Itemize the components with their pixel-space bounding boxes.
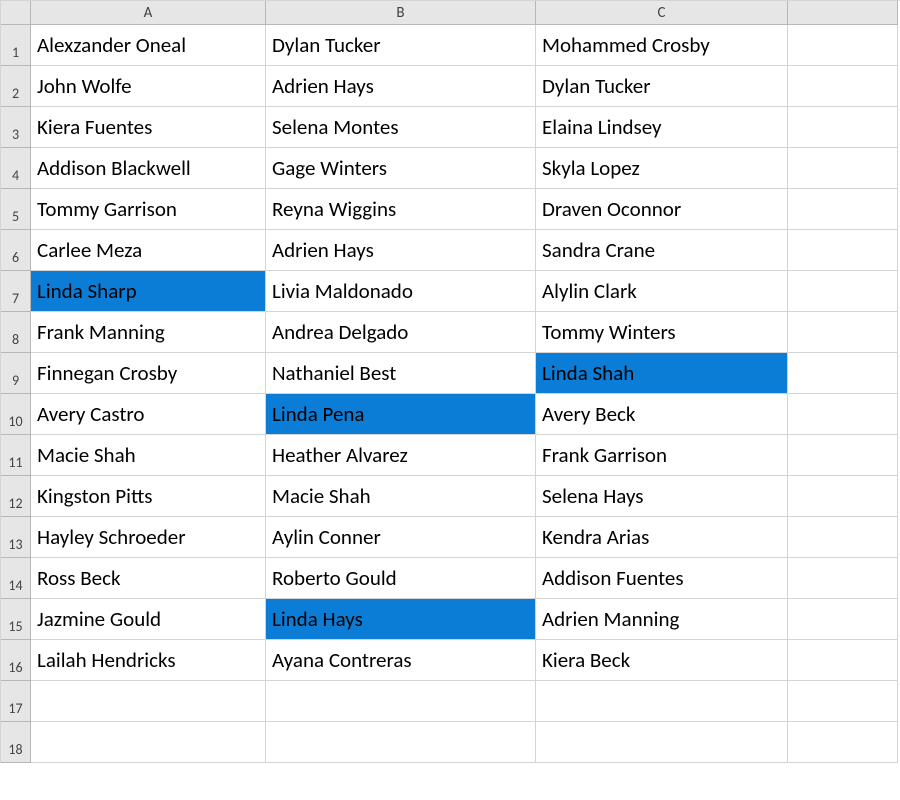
cell-b16[interactable]: Ayana Contreras <box>266 640 536 681</box>
column-header-b[interactable]: B <box>266 1 536 25</box>
cell-c6[interactable]: Sandra Crane <box>536 230 788 271</box>
cell-b2[interactable]: Adrien Hays <box>266 66 536 107</box>
cell-b7[interactable]: Livia Maldonado <box>266 271 536 312</box>
cell-blank-15[interactable] <box>788 599 898 640</box>
select-all-corner[interactable] <box>1 1 31 25</box>
cell-a15[interactable]: Jazmine Gould <box>31 599 266 640</box>
cell-blank-17[interactable] <box>788 681 898 722</box>
cell-c14[interactable]: Addison Fuentes <box>536 558 788 599</box>
cell-blank-16[interactable] <box>788 640 898 681</box>
cell-blank-18[interactable] <box>788 722 898 763</box>
cell-c5[interactable]: Draven Oconnor <box>536 189 788 230</box>
cell-blank-12[interactable] <box>788 476 898 517</box>
cell-a9[interactable]: Finnegan Crosby <box>31 353 266 394</box>
cell-c10[interactable]: Avery Beck <box>536 394 788 435</box>
row-header-8[interactable]: 8 <box>1 312 31 353</box>
cell-a10[interactable]: Avery Castro <box>31 394 266 435</box>
row-header-3[interactable]: 3 <box>1 107 31 148</box>
cell-blank-5[interactable] <box>788 189 898 230</box>
cell-c1[interactable]: Mohammed Crosby <box>536 25 788 66</box>
cell-blank-9[interactable] <box>788 353 898 394</box>
cell-c17[interactable] <box>536 681 788 722</box>
cell-b14[interactable]: Roberto Gould <box>266 558 536 599</box>
cell-b4[interactable]: Gage Winters <box>266 148 536 189</box>
cell-blank-8[interactable] <box>788 312 898 353</box>
cell-c12[interactable]: Selena Hays <box>536 476 788 517</box>
cell-a16[interactable]: Lailah Hendricks <box>31 640 266 681</box>
cell-a7[interactable]: Linda Sharp <box>31 271 266 312</box>
cell-blank-7[interactable] <box>788 271 898 312</box>
cell-c7[interactable]: Alylin Clark <box>536 271 788 312</box>
row-header-1[interactable]: 1 <box>1 25 31 66</box>
cell-blank-4[interactable] <box>788 148 898 189</box>
cell-blank-6[interactable] <box>788 230 898 271</box>
column-header-blank[interactable] <box>788 1 898 25</box>
cell-b1[interactable]: Dylan Tucker <box>266 25 536 66</box>
cell-blank-14[interactable] <box>788 558 898 599</box>
cell-c9[interactable]: Linda Shah <box>536 353 788 394</box>
cell-a14[interactable]: Ross Beck <box>31 558 266 599</box>
cell-a6[interactable]: Carlee Meza <box>31 230 266 271</box>
cell-b3[interactable]: Selena Montes <box>266 107 536 148</box>
cell-a18[interactable] <box>31 722 266 763</box>
row-header-12[interactable]: 12 <box>1 476 31 517</box>
spreadsheet-grid[interactable]: ABC1Alexzander OnealDylan TuckerMohammed… <box>0 0 900 763</box>
cell-c11[interactable]: Frank Garrison <box>536 435 788 476</box>
cell-c13[interactable]: Kendra Arias <box>536 517 788 558</box>
cell-c15[interactable]: Adrien Manning <box>536 599 788 640</box>
cell-blank-11[interactable] <box>788 435 898 476</box>
cell-c16[interactable]: Kiera Beck <box>536 640 788 681</box>
cell-a17[interactable] <box>31 681 266 722</box>
cell-b9[interactable]: Nathaniel Best <box>266 353 536 394</box>
row-header-5[interactable]: 5 <box>1 189 31 230</box>
row-header-2[interactable]: 2 <box>1 66 31 107</box>
cell-blank-3[interactable] <box>788 107 898 148</box>
row-header-18[interactable]: 18 <box>1 722 31 763</box>
cell-blank-1[interactable] <box>788 25 898 66</box>
cell-blank-10[interactable] <box>788 394 898 435</box>
cell-a12[interactable]: Kingston Pitts <box>31 476 266 517</box>
cell-b12[interactable]: Macie Shah <box>266 476 536 517</box>
cell-a5[interactable]: Tommy Garrison <box>31 189 266 230</box>
cell-b6[interactable]: Adrien Hays <box>266 230 536 271</box>
row-header-11[interactable]: 11 <box>1 435 31 476</box>
cell-b8[interactable]: Andrea Delgado <box>266 312 536 353</box>
cell-b15[interactable]: Linda Hays <box>266 599 536 640</box>
row-header-7[interactable]: 7 <box>1 271 31 312</box>
cell-c3[interactable]: Elaina Lindsey <box>536 107 788 148</box>
cell-c4[interactable]: Skyla Lopez <box>536 148 788 189</box>
row-header-4[interactable]: 4 <box>1 148 31 189</box>
cell-a4[interactable]: Addison Blackwell <box>31 148 266 189</box>
cell-c18[interactable] <box>536 722 788 763</box>
row-header-10[interactable]: 10 <box>1 394 31 435</box>
cell-b10[interactable]: Linda Pena <box>266 394 536 435</box>
cell-c2[interactable]: Dylan Tucker <box>536 66 788 107</box>
cell-a8[interactable]: Frank Manning <box>31 312 266 353</box>
row-header-6[interactable]: 6 <box>1 230 31 271</box>
cell-a1[interactable]: Alexzander Oneal <box>31 25 266 66</box>
column-header-a[interactable]: A <box>31 1 266 25</box>
row-header-9[interactable]: 9 <box>1 353 31 394</box>
row-header-17[interactable]: 17 <box>1 681 31 722</box>
row-header-14[interactable]: 14 <box>1 558 31 599</box>
row-header-13[interactable]: 13 <box>1 517 31 558</box>
cell-a3[interactable]: Kiera Fuentes <box>31 107 266 148</box>
column-header-c[interactable]: C <box>536 1 788 25</box>
cell-b18[interactable] <box>266 722 536 763</box>
cell-a11[interactable]: Macie Shah <box>31 435 266 476</box>
cell-c8[interactable]: Tommy Winters <box>536 312 788 353</box>
cell-b11[interactable]: Heather Alvarez <box>266 435 536 476</box>
cell-blank-2[interactable] <box>788 66 898 107</box>
cell-a13[interactable]: Hayley Schroeder <box>31 517 266 558</box>
row-header-15[interactable]: 15 <box>1 599 31 640</box>
cell-b17[interactable] <box>266 681 536 722</box>
cell-b5[interactable]: Reyna Wiggins <box>266 189 536 230</box>
cell-blank-13[interactable] <box>788 517 898 558</box>
cell-a2[interactable]: John Wolfe <box>31 66 266 107</box>
row-header-16[interactable]: 16 <box>1 640 31 681</box>
cell-b13[interactable]: Aylin Conner <box>266 517 536 558</box>
